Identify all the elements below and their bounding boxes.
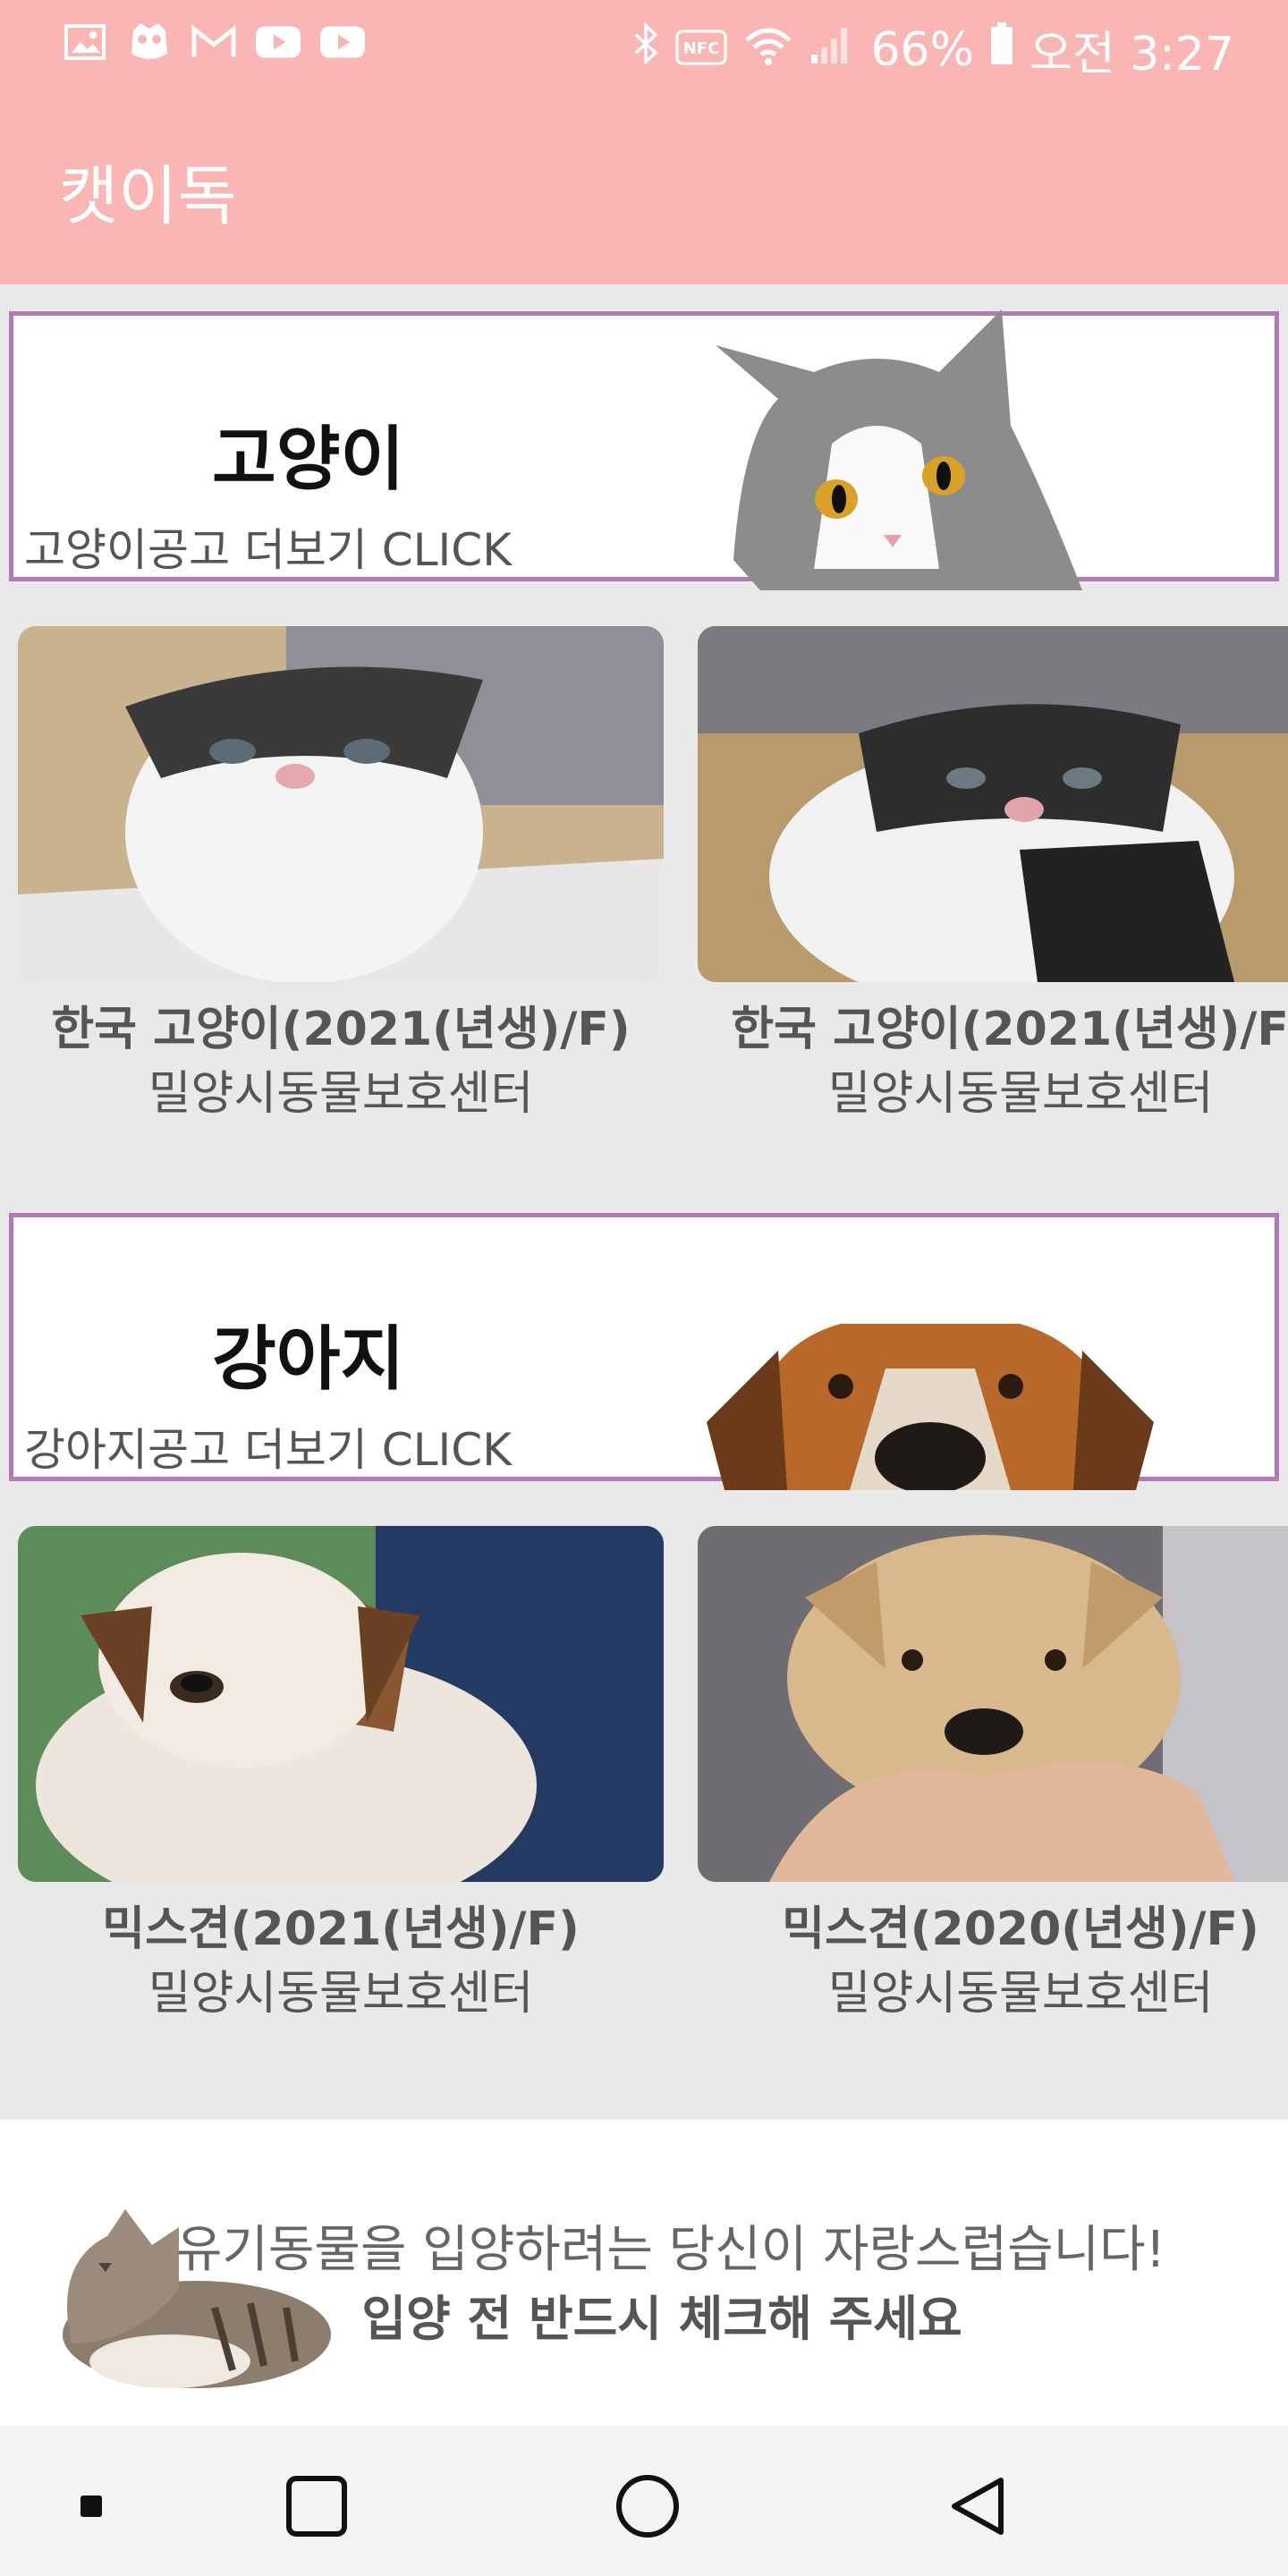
navigation-bar bbox=[0, 2426, 1288, 2576]
adoption-message: 유기동물을 입양하려는 당신이 자랑스럽습니다! bbox=[175, 2221, 1166, 2279]
cat-photo-2 bbox=[698, 626, 1288, 982]
dog-banner-image bbox=[707, 1315, 1154, 1494]
home-circle-icon[interactable] bbox=[612, 2470, 683, 2542]
dog-photo-1 bbox=[18, 1526, 664, 1882]
notification-icons bbox=[63, 21, 365, 63]
battery-percent: 66% bbox=[870, 22, 975, 77]
battery-icon bbox=[990, 22, 1013, 77]
wifi-icon bbox=[743, 23, 793, 77]
cat-card-2-title: 한국 고양이(2021(년생)/F) bbox=[731, 1003, 1288, 1056]
cat-more-link: 고양이공고 더보기 CLICK bbox=[24, 524, 513, 576]
dog-more-link: 강아지공고 더보기 CLICK bbox=[24, 1424, 513, 1476]
clock: 오전 3:27 bbox=[1030, 28, 1234, 81]
app-bar: NFC 66% 오전 3:27 캣이독 bbox=[0, 0, 1288, 284]
bluetooth-icon bbox=[632, 22, 659, 77]
dog-card-1-title: 믹스견(2021(년생)/F) bbox=[102, 1902, 580, 1956]
back-triangle-icon[interactable] bbox=[943, 2470, 1014, 2542]
recent-dot-icon[interactable] bbox=[55, 2470, 127, 2542]
app-title: 캣이독 bbox=[59, 158, 237, 233]
svg-text:NFC: NFC bbox=[683, 39, 720, 58]
gallery-icon bbox=[63, 21, 107, 63]
youtube-icon bbox=[320, 21, 365, 63]
cat-card-2-location: 밀양시동물보호센터 bbox=[827, 1067, 1214, 1121]
status-bar: NFC 66% 오전 3:27 bbox=[0, 0, 1288, 89]
cat-banner-image bbox=[707, 301, 1100, 590]
cat-section-title: 고양이 bbox=[212, 419, 405, 500]
youtube-icon bbox=[256, 21, 301, 63]
dog-card-2-location: 밀양시동물보호센터 bbox=[827, 1967, 1214, 2021]
dog-card-2-title: 믹스견(2020(년생)/F) bbox=[782, 1902, 1259, 1956]
gmail-icon bbox=[191, 21, 236, 63]
signal-icon bbox=[809, 23, 854, 77]
dog-photo-2 bbox=[698, 1526, 1288, 1882]
dog-section-title: 강아지 bbox=[212, 1319, 405, 1400]
cat-card-1-location: 밀양시동물보호센터 bbox=[148, 1067, 534, 1121]
nfc-icon: NFC bbox=[675, 23, 727, 77]
dog-card-1-location: 밀양시동물보호센터 bbox=[148, 1967, 534, 2021]
cat-card-1-title: 한국 고양이(2021(년생)/F) bbox=[51, 1003, 631, 1056]
adoption-notice[interactable]: 유기동물을 입양하려는 당신이 자랑스럽습니다! 입양 전 반드시 체크해 주세… bbox=[0, 2120, 1288, 2426]
adoption-check-link: 입양 전 반드시 체크해 주세요 bbox=[361, 2291, 962, 2347]
system-icons: NFC 66% 오전 3:27 bbox=[632, 16, 1234, 83]
cat-photo-1 bbox=[18, 626, 664, 982]
recents-square-icon[interactable] bbox=[281, 2470, 352, 2542]
owl-app-icon bbox=[127, 21, 172, 63]
